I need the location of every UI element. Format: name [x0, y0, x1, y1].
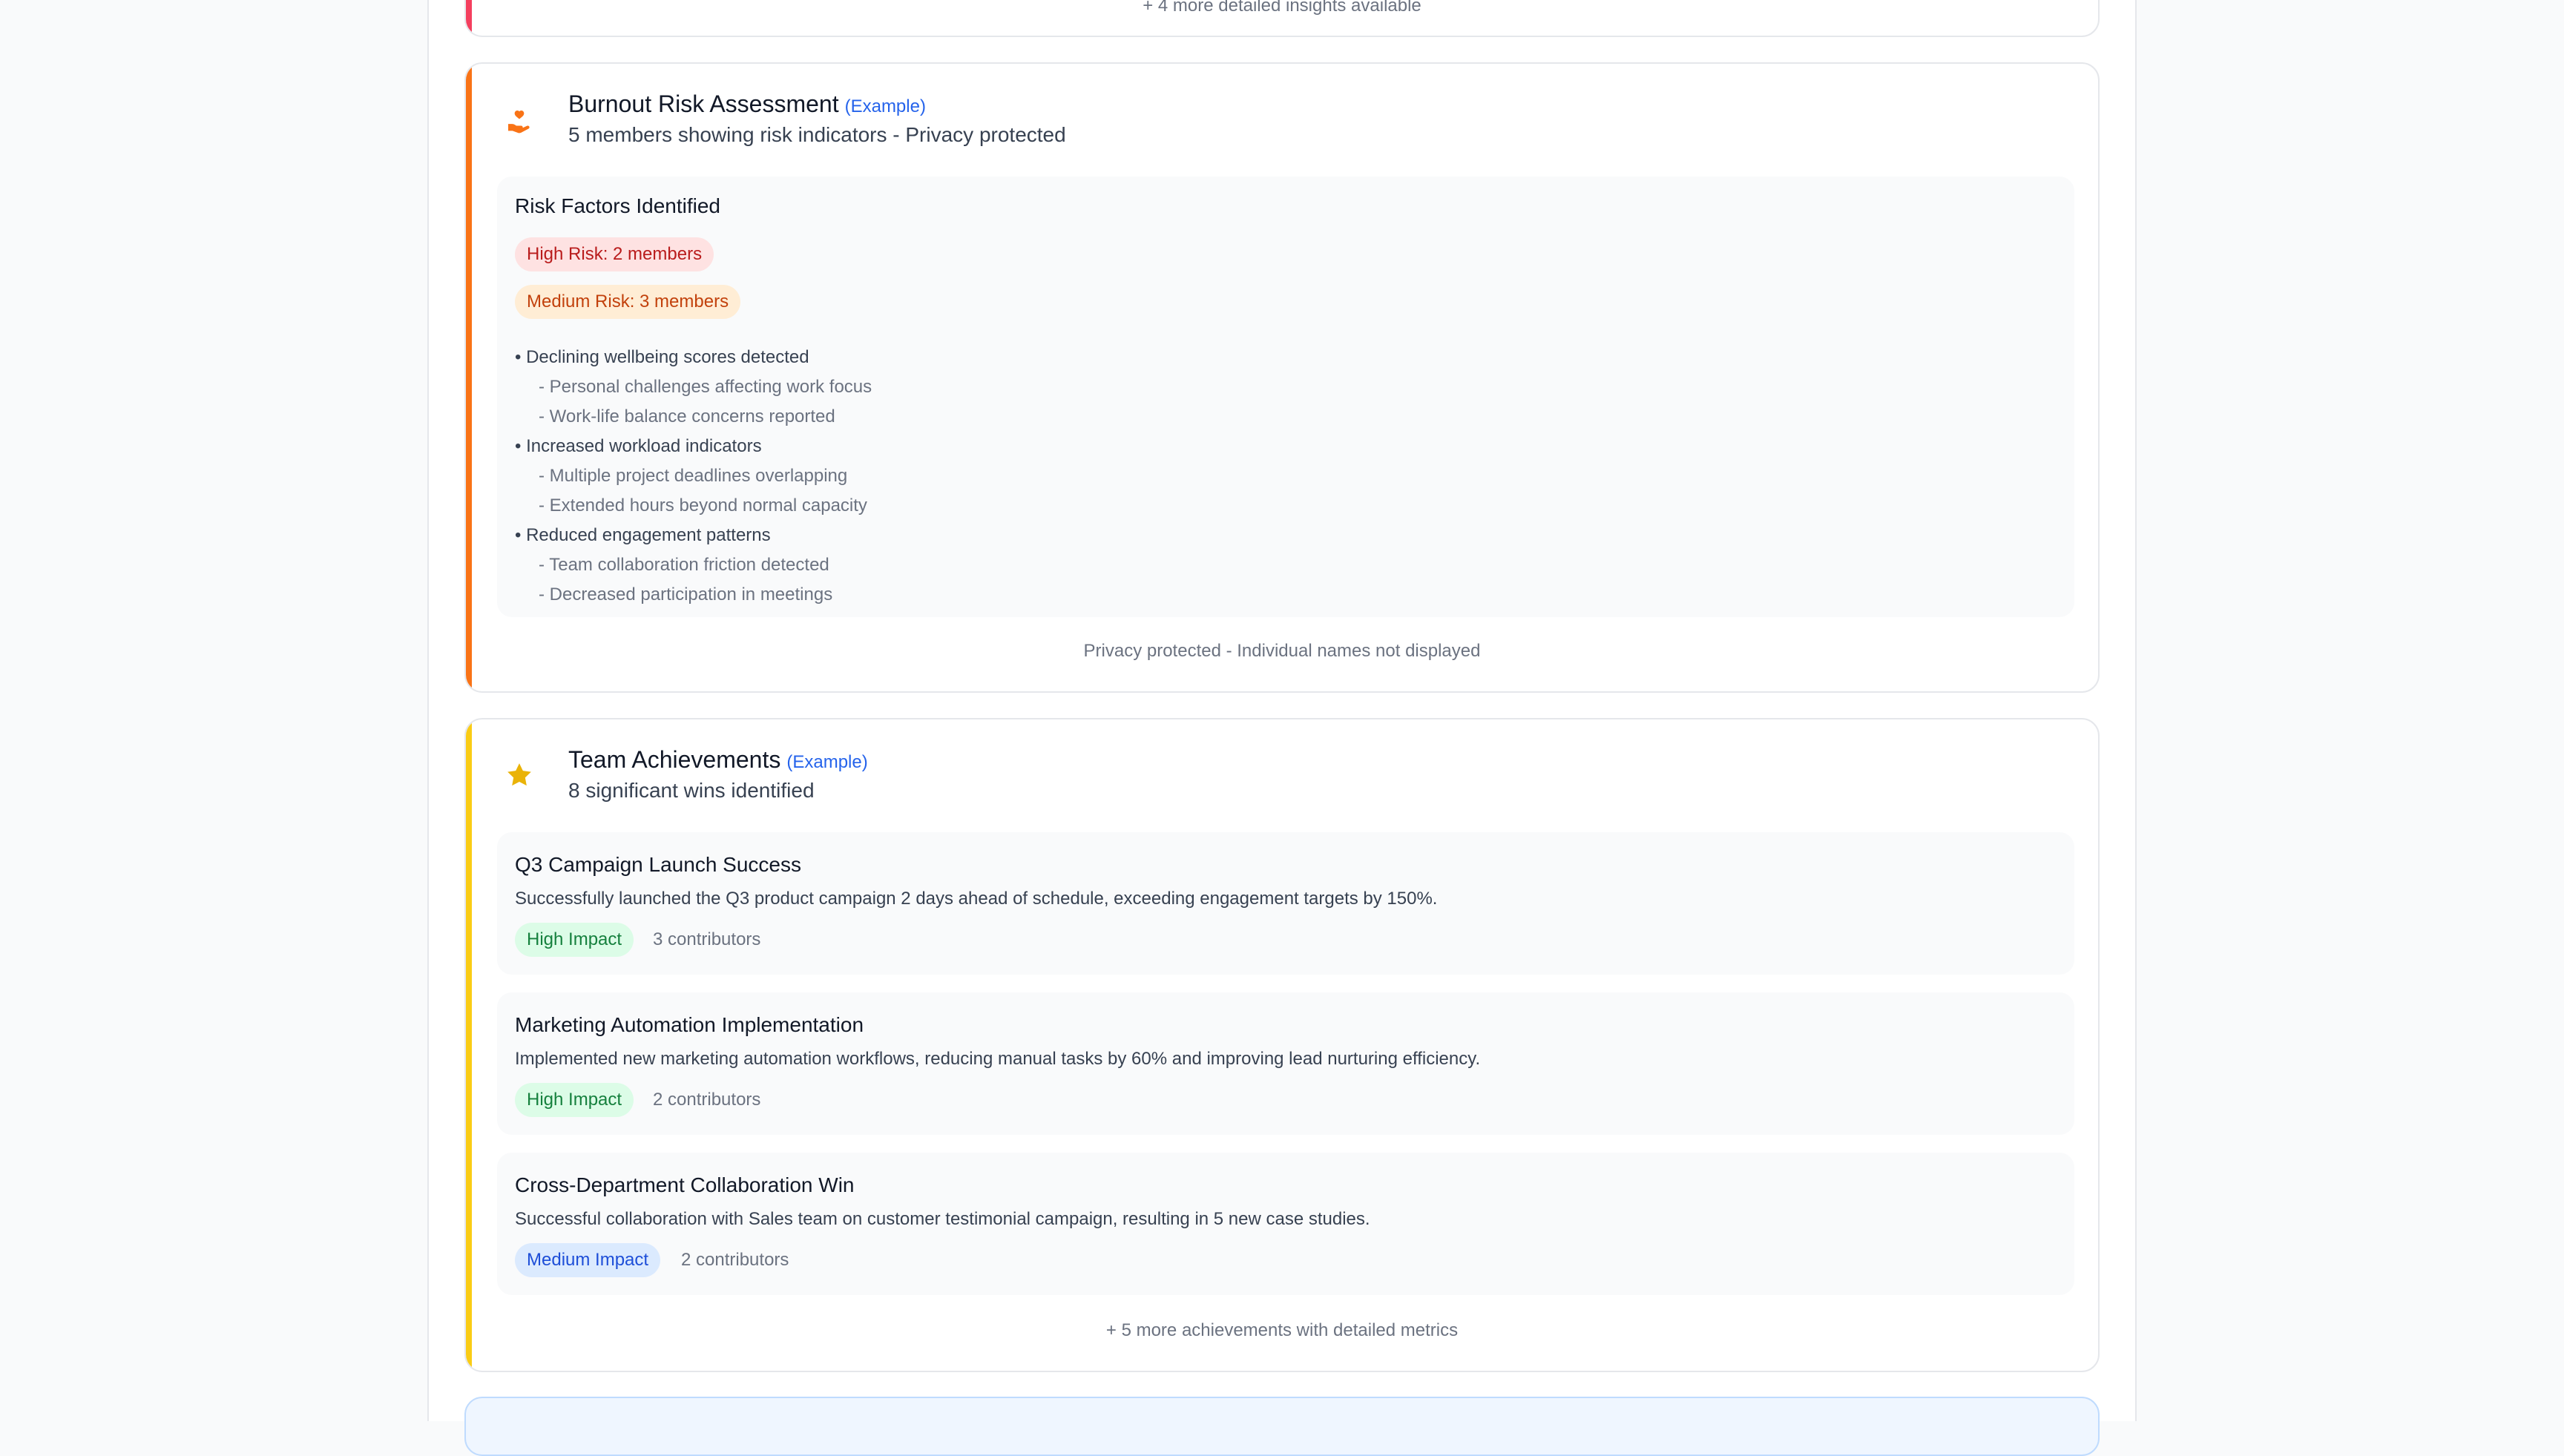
risk-factor: • Increased workload indicators — [515, 436, 762, 456]
card-accent-bar — [466, 719, 472, 1371]
insights-card: + 4 more detailed insights available — [464, 0, 2100, 37]
contributors-count: 3 contributors — [653, 929, 761, 949]
achievement-item[interactable]: Cross-Department Collaboration Win Succe… — [497, 1153, 2074, 1295]
achievement-description: Implemented new marketing automation wor… — [515, 1049, 1481, 1069]
burnout-subtitle: 5 members showing risk indicators - Priv… — [568, 123, 1066, 146]
high-risk-badge: High Risk: 2 members — [515, 237, 714, 271]
team-achievements-card: Team Achievements (Example) 8 significant… — [464, 718, 2100, 1372]
achievement-title: Cross-Department Collaboration Win — [515, 1173, 855, 1196]
achievement-title: Marketing Automation Implementation — [515, 1013, 864, 1036]
more-insights-text[interactable]: + 4 more detailed insights available — [466, 0, 2098, 16]
achievement-description: Successfully launched the Q3 product cam… — [515, 889, 1438, 909]
achievements-subtitle: 8 significant wins identified — [568, 779, 815, 802]
risk-factor-detail: - Decreased participation in meetings — [539, 584, 833, 605]
achievements-title: Team Achievements — [568, 746, 781, 773]
more-achievements-link[interactable]: + 5 more achievements with detailed metr… — [466, 1320, 2098, 1341]
privacy-note: Privacy protected - Individual names not… — [1083, 641, 1481, 661]
risk-factor-list: • Declining wellbeing scores detected - … — [515, 343, 872, 610]
risk-factor: • Reduced engagement patterns — [515, 525, 771, 545]
example-tag: (Example) — [844, 96, 926, 116]
achievement-item[interactable]: Marketing Automation Implementation Impl… — [497, 992, 2074, 1135]
risk-factor-detail: - Personal challenges affecting work foc… — [539, 377, 872, 397]
medium-risk-badge: Medium Risk: 3 members — [515, 285, 741, 319]
risk-factor-detail: - Extended hours beyond normal capacity — [539, 495, 867, 515]
risk-factors-panel: Risk Factors Identified High Risk: 2 mem… — [497, 177, 2074, 617]
burnout-title: Burnout Risk Assessment — [568, 90, 839, 117]
burnout-risk-card: Burnout Risk Assessment (Example) 5 membe… — [464, 62, 2100, 693]
star-icon — [507, 763, 531, 786]
impact-badge: Medium Impact — [515, 1243, 661, 1277]
risk-factor-detail: - Work-life balance concerns reported — [539, 406, 835, 426]
achievement-description: Successful collaboration with Sales team… — [515, 1209, 1370, 1229]
impact-badge: High Impact — [515, 923, 634, 957]
achievement-item[interactable]: Q3 Campaign Launch Success Successfully … — [497, 832, 2074, 975]
card-title: Burnout Risk Assessment (Example) — [568, 90, 926, 118]
card-accent-bar — [466, 64, 472, 691]
risk-factor: • Declining wellbeing scores detected — [515, 347, 809, 367]
example-tag: (Example) — [786, 752, 868, 772]
risk-factor-detail: - Team collaboration friction detected — [539, 555, 829, 575]
contributors-count: 2 contributors — [681, 1250, 789, 1270]
card-title: Team Achievements (Example) — [568, 746, 868, 774]
contributors-count: 2 contributors — [653, 1090, 761, 1110]
achievement-title: Q3 Campaign Launch Success — [515, 853, 801, 876]
impact-badge: High Impact — [515, 1083, 634, 1117]
risk-factors-heading: Risk Factors Identified — [515, 194, 720, 217]
risk-factor-detail: - Multiple project deadlines overlapping — [539, 466, 848, 486]
hand-heart-icon — [508, 111, 530, 134]
next-insight-card — [464, 1397, 2100, 1456]
